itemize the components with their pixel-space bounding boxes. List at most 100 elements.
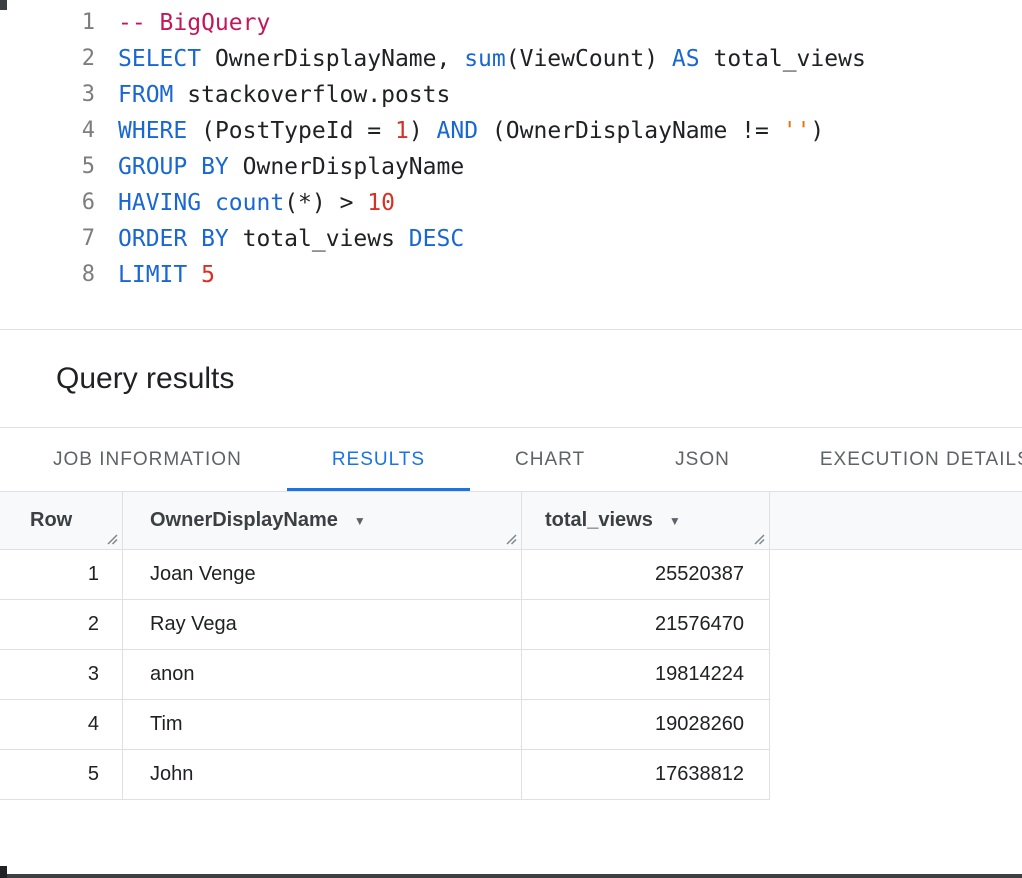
column-label: Row [30,509,72,532]
table-row: 4Tim19028260 [0,700,1022,750]
owner-cell: Joan Venge [123,550,522,600]
code-text: ORDER BY total_views DESC [118,221,464,257]
code-token: 10 [367,190,395,216]
column-label: total_views [545,509,653,532]
code-text: WHERE (PostTypeId = 1) AND (OwnerDisplay… [118,113,824,149]
column-menu-icon[interactable]: ▼ [669,514,681,528]
row-number-cell: 2 [0,600,123,650]
owner-cell: anon [123,650,522,700]
table-row: 5John17638812 [0,750,1022,800]
filler-cell [770,550,1022,600]
code-token: AS [672,46,700,72]
column-header-filler [770,492,1022,550]
code-line[interactable]: 5 GROUP BY OwnerDisplayName [0,149,1022,185]
code-token: FROM [118,82,173,108]
code-line[interactable]: 7ORDER BY total_views DESC [0,221,1022,257]
tab-json[interactable]: JSON [630,428,775,491]
window-edge-bottom-left [0,866,7,878]
code-token: ) [810,118,824,144]
code-token: SELECT [118,46,201,72]
code-token: stackoverflow.posts [173,82,450,108]
column-label: OwnerDisplayName [150,509,338,532]
code-token: OwnerDisplayName [229,154,464,180]
page-title: Query results [56,362,234,396]
line-number: 1 [0,5,95,41]
code-line[interactable]: 1 -- BigQuery [0,5,1022,41]
code-token: ) [409,118,437,144]
code-token: (*) > [284,190,367,216]
views-cell: 17638812 [522,750,770,800]
line-number: 2 [0,41,95,77]
tab-job-information[interactable]: JOB INFORMATION [8,428,287,491]
filler-cell [770,650,1022,700]
views-cell: 21576470 [522,600,770,650]
column-header-row: Row [0,492,123,550]
line-number: 3 [0,77,95,113]
code-token: count [215,190,284,216]
results-title-bar: Query results [0,330,1022,428]
line-number: 4 [0,113,95,149]
table-row: 2Ray Vega21576470 [0,600,1022,650]
code-token: -- BigQuery [118,10,270,36]
table-row: 3anon19814224 [0,650,1022,700]
filler-cell [770,750,1022,800]
tab-results[interactable]: RESULTS [287,428,470,491]
views-cell: 25520387 [522,550,770,600]
code-token: GROUP BY [118,154,229,180]
views-cell: 19814224 [522,650,770,700]
line-number: 8 [0,257,95,293]
window-edge-top-left [0,0,7,10]
column-header-views: total_views ▼ [522,492,770,550]
filler-cell [770,700,1022,750]
code-token: 5 [201,262,215,288]
code-lines: 1 -- BigQuery 2 SELECT OwnerDisplayName, su… [0,5,1022,293]
code-line[interactable]: 3 FROM stackoverflow.posts [0,77,1022,113]
table-header: Row OwnerDisplayName ▼ total_views ▼ [0,492,1022,550]
code-text: GROUP BY OwnerDisplayName [118,149,464,185]
row-number-cell: 4 [0,700,123,750]
results-tabs: JOB INFORMATIONRESULTSCHARTJSONEXECUTION… [0,428,1022,492]
column-resize-handle[interactable] [503,531,517,545]
filler-cell [770,600,1022,650]
code-token: (ViewCount) [506,46,672,72]
line-number: 5 [0,149,95,185]
code-token: DESC [409,226,464,252]
code-text: FROM stackoverflow.posts [118,77,450,113]
code-token [187,262,201,288]
column-menu-icon[interactable]: ▼ [354,514,366,528]
code-token: ORDER BY [118,226,229,252]
line-number: 6 [0,185,95,221]
bigquery-results-panel: 1 -- BigQuery 2 SELECT OwnerDisplayName, su… [0,0,1022,878]
code-token: WHERE [118,118,187,144]
code-token: AND [437,118,479,144]
code-token: (PostTypeId = [187,118,395,144]
code-text: -- BigQuery [118,5,270,41]
row-number-cell: 3 [0,650,123,700]
code-text: SELECT OwnerDisplayName, sum(ViewCount) … [118,41,866,77]
code-line[interactable]: 8 LIMIT 5 [0,257,1022,293]
code-token: (OwnerDisplayName != [478,118,783,144]
code-text: LIMIT 5 [118,257,215,293]
code-token: '' [783,118,811,144]
sql-editor[interactable]: 1 -- BigQuery 2 SELECT OwnerDisplayName, su… [0,0,1022,330]
tab-chart[interactable]: CHART [470,428,630,491]
row-number-cell: 1 [0,550,123,600]
row-number-cell: 5 [0,750,123,800]
table-body: 1Joan Venge255203872Ray Vega215764703ano… [0,550,1022,800]
views-cell: 19028260 [522,700,770,750]
code-token: OwnerDisplayName, [201,46,464,72]
code-line[interactable]: 4 WHERE (PostTypeId = 1) AND (OwnerDispla… [0,113,1022,149]
code-token: sum [464,46,506,72]
code-token: HAVING [118,190,201,216]
window-edge-bottom [0,874,1022,878]
column-resize-handle[interactable] [104,531,118,545]
table-row: 1Joan Venge25520387 [0,550,1022,600]
code-line[interactable]: 2 SELECT OwnerDisplayName, sum(ViewCount)… [0,41,1022,77]
tab-execution-details[interactable]: EXECUTION DETAILS [775,428,1022,491]
code-line[interactable]: 6 HAVING count(*) > 10 [0,185,1022,221]
code-token [201,190,215,216]
code-text: HAVING count(*) > 10 [118,185,395,221]
owner-cell: John [123,750,522,800]
code-token: total_views [229,226,409,252]
column-resize-handle[interactable] [751,531,765,545]
